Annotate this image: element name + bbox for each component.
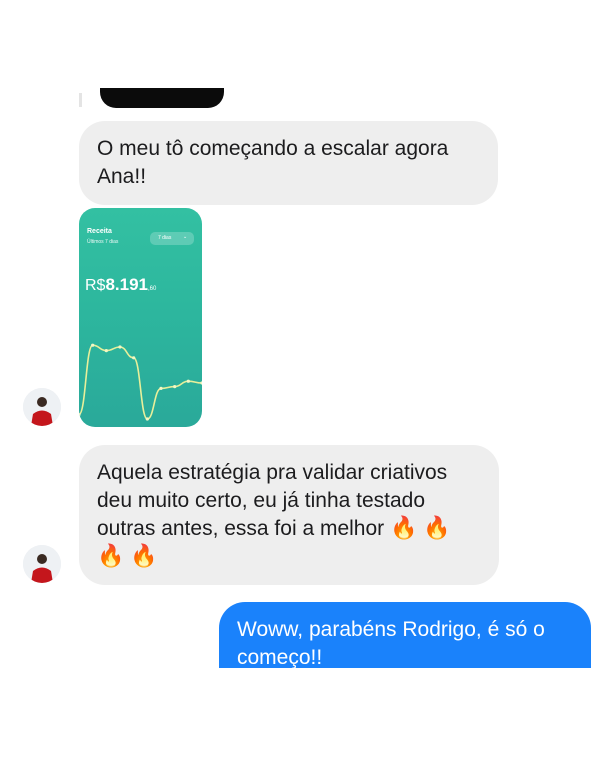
- revenue-data-point: [104, 349, 108, 353]
- revenue-data-point: [186, 379, 190, 383]
- avatar-image: [23, 545, 61, 583]
- revenue-line-chart: [79, 343, 202, 421]
- fire-icon: 🔥: [423, 516, 451, 541]
- revenue-data-point: [118, 345, 122, 349]
- revenue-data-point: [145, 417, 149, 421]
- outgoing-message-clip: Woww, parabéns Rodrigo, é só o começo!!: [219, 602, 591, 668]
- message-bubble-incoming[interactable]: O meu tô começando a escalar agora Ana!!: [79, 121, 498, 205]
- revenue-screenshot-attachment[interactable]: Receita Últimos 7 dias 7 dias ⌄ R$8.191,…: [79, 208, 202, 427]
- message-text: O meu tô começando a escalar agora Ana!!: [97, 137, 449, 188]
- revenue-data-point: [173, 385, 177, 389]
- message-text: Woww, parabéns Rodrigo, é só o começo!!: [237, 618, 545, 668]
- previous-message-fragment: [100, 88, 224, 108]
- revenue-data-point: [159, 386, 163, 390]
- fire-icon: 🔥: [97, 544, 125, 569]
- revenue-data-point: [200, 381, 202, 385]
- avatar-image: [23, 388, 61, 426]
- fire-icon: 🔥: [130, 544, 158, 569]
- revenue-data-point: [132, 356, 136, 360]
- revenue-series-line: [79, 344, 202, 420]
- fire-icon: 🔥: [390, 516, 418, 541]
- avatar[interactable]: [23, 388, 61, 426]
- avatar[interactable]: [23, 545, 61, 583]
- scroll-divider: [79, 93, 82, 107]
- message-bubble-incoming[interactable]: Aquela estratégia pra validar criativos …: [79, 445, 499, 585]
- message-bubble-outgoing[interactable]: Woww, parabéns Rodrigo, é só o começo!!: [219, 602, 591, 668]
- revenue-data-point: [91, 343, 95, 347]
